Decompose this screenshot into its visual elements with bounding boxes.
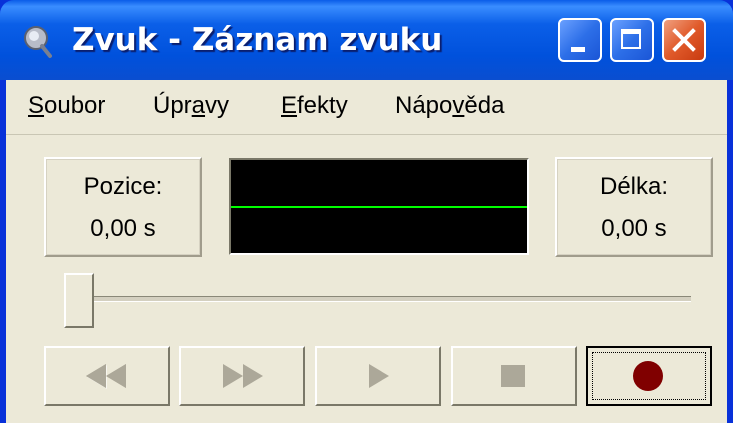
minimize-icon: [571, 47, 585, 52]
position-label: Pozice:: [83, 173, 163, 200]
stop-button[interactable]: [451, 346, 577, 406]
close-button[interactable]: [662, 18, 706, 62]
record-icon: [633, 361, 663, 391]
record-button[interactable]: [586, 346, 712, 406]
menu-bar: Soubor Úpravy Efekty Nápověda: [6, 80, 727, 135]
play-button[interactable]: [315, 346, 441, 406]
length-panel: Délka: 0,00 s: [555, 157, 713, 257]
length-label: Délka:: [599, 173, 669, 200]
menu-soubor[interactable]: Soubor: [28, 92, 105, 120]
length-value: 0,00 s: [601, 215, 667, 242]
menu-efekty[interactable]: Efekty: [281, 92, 348, 120]
menu-napoveda[interactable]: Nápověda: [395, 92, 504, 120]
menu-soubor-access-key: S: [28, 92, 45, 119]
window-title: Zvuk - Záznam zvuku: [72, 22, 443, 58]
menu-efekty-rest: fekty: [297, 92, 348, 119]
menu-upravy-rest: vy: [205, 92, 230, 119]
title-bar[interactable]: Zvuk - Záznam zvuku: [0, 0, 733, 80]
minimize-button[interactable]: [558, 18, 602, 62]
seek-slider-thumb[interactable]: [64, 273, 94, 328]
waveform-display: [229, 158, 529, 255]
client-area: Soubor Úpravy Efekty Nápověda Pozice: 0,…: [6, 80, 727, 423]
position-value: 0,00 s: [90, 215, 156, 242]
menu-napoveda-rest: ěda: [464, 92, 505, 119]
stop-icon: [501, 365, 525, 387]
menu-upravy-pre: Úpr: [153, 92, 192, 119]
menu-napoveda-access-key: v: [452, 92, 465, 119]
position-panel: Pozice: 0,00 s: [44, 157, 202, 257]
menu-upravy-access-key: a: [191, 92, 206, 119]
menu-napoveda-pre: Nápo: [395, 92, 453, 119]
seek-track[interactable]: [66, 296, 691, 302]
close-icon: [672, 28, 696, 52]
maximize-icon: [621, 29, 641, 49]
play-icon: [369, 364, 389, 388]
fast-forward-button[interactable]: [179, 346, 305, 406]
maximize-button[interactable]: [610, 18, 654, 62]
sound-recorder-window: Zvuk - Záznam zvuku Soubor Úpravy Efekty…: [0, 0, 733, 423]
speaker-icon: [24, 26, 52, 58]
menu-efekty-access-key: E: [281, 92, 298, 119]
menu-soubor-rest: oubor: [44, 92, 106, 119]
rewind-button[interactable]: [44, 346, 170, 406]
rewind-icon: [86, 364, 126, 389]
fast-forward-icon: [223, 364, 263, 388]
menu-upravy[interactable]: Úpravy: [153, 92, 229, 120]
waveform-line: [231, 206, 527, 208]
